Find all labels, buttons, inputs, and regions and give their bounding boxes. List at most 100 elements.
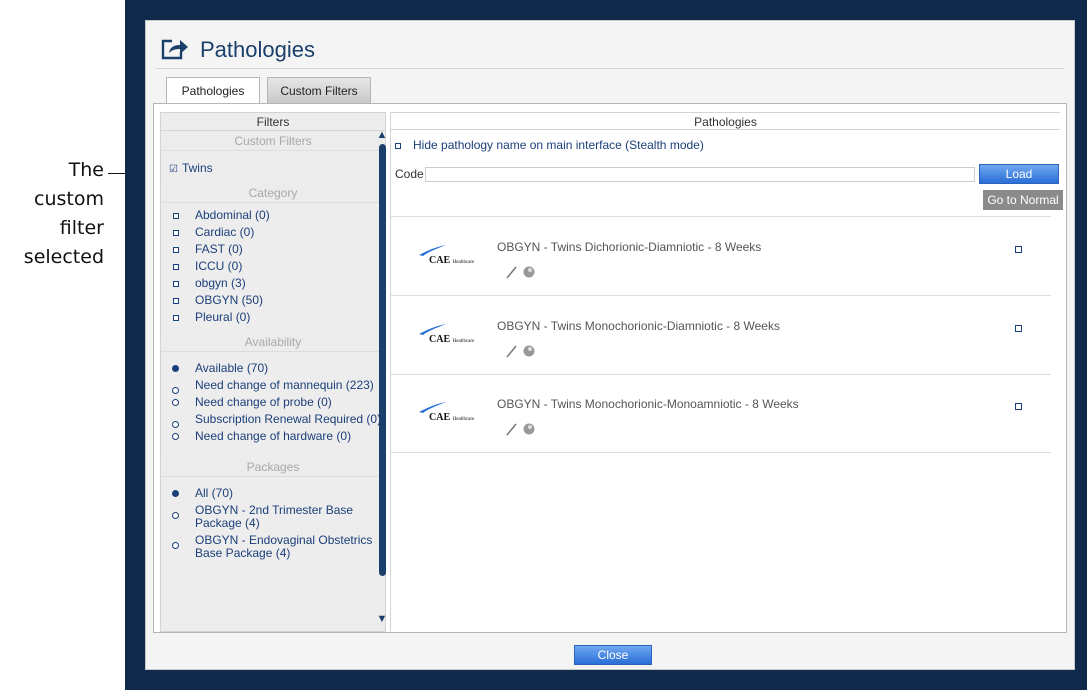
checkbox[interactable] [173, 247, 179, 253]
annotation-line-3: filter [59, 217, 104, 239]
pathology-name: OBGYN - Twins Dichorionic-Diamniotic - 8… [497, 240, 762, 254]
annotation-line-1: The [68, 159, 104, 181]
stealth-mode-option[interactable]: Hide pathology name on main interface (S… [395, 138, 704, 152]
pathologies-header: Pathologies [391, 112, 1060, 130]
divider [391, 216, 1051, 217]
category-option[interactable]: Abdominal (0) [169, 209, 385, 222]
pathologies-dialog: Pathologies Pathologies Custom Filters F… [145, 20, 1075, 670]
tab-content: Filters Custom Filters ☑ Twins Category A… [153, 103, 1067, 633]
category-heading: Category [161, 183, 385, 203]
filters-panel: Filters Custom Filters ☑ Twins Category A… [160, 112, 386, 632]
checkbox[interactable] [173, 281, 179, 287]
logo-text: CAE [429, 255, 451, 266]
category-label: obgyn (3) [195, 276, 246, 290]
open-arrow-icon [161, 39, 188, 60]
package-option[interactable]: OBGYN - 2nd Trimester Base Package (4) [169, 504, 385, 530]
pathology-row[interactable]: CAE Healthcare OBGYN - Twins Dichorionic… [391, 218, 1051, 296]
category-option[interactable]: Cardiac (0) [169, 226, 385, 239]
category-label: Abdominal (0) [195, 208, 270, 222]
dialog-header: Pathologies [156, 35, 1064, 69]
availability-option[interactable]: Subscription Renewal Required (0) [169, 413, 385, 428]
packages-heading: Packages [161, 457, 385, 477]
pathology-name: OBGYN - Twins Monochorionic-Diamniotic -… [497, 319, 780, 333]
category-option[interactable]: Pleural (0) [169, 311, 385, 324]
checkbox[interactable] [173, 213, 179, 219]
close-button[interactable]: Close [574, 645, 652, 665]
category-label: Cardiac (0) [195, 225, 255, 239]
scroll-up-icon[interactable]: ▲ [376, 130, 388, 141]
availability-label: Need change of hardware (0) [195, 429, 352, 443]
go-to-normal-button[interactable]: Go to Normal [983, 190, 1063, 210]
pathology-row[interactable]: CAE Healthcare OBGYN - Twins Monochorion… [391, 297, 1051, 375]
tab-custom-filters[interactable]: Custom Filters [267, 77, 371, 103]
scroll-thumb[interactable] [379, 144, 386, 576]
filters-scrollbar[interactable]: ▲ ▼ [376, 130, 388, 625]
probe-icon [506, 345, 535, 358]
pathologies-panel: Pathologies Hide pathology name on main … [390, 112, 1063, 632]
availability-label: Need change of probe (0) [195, 395, 332, 409]
logo-subtext: Healthcare [452, 339, 475, 344]
package-label: All (70) [195, 486, 234, 500]
category-label: Pleural (0) [195, 310, 251, 324]
pathology-checkbox[interactable] [1015, 403, 1022, 410]
scroll-down-icon[interactable]: ▼ [376, 614, 388, 625]
dialog-title: Pathologies [200, 37, 315, 62]
category-option[interactable]: obgyn (3) [169, 277, 385, 290]
checkbox[interactable] [173, 264, 179, 270]
radio[interactable] [172, 399, 179, 406]
availability-option[interactable]: Available (70) [169, 362, 385, 375]
code-label: Code [395, 167, 424, 181]
checkbox[interactable] [173, 315, 179, 321]
package-option[interactable]: All (70) [169, 487, 385, 500]
cae-healthcare-logo: CAE Healthcare [413, 323, 483, 347]
availability-label: Need change of mannequin (223) [195, 378, 374, 392]
checkbox[interactable] [173, 230, 179, 236]
pathology-checkbox[interactable] [1015, 325, 1022, 332]
radio[interactable] [172, 433, 179, 440]
checked-checkbox-icon[interactable]: ☑ [169, 164, 178, 175]
custom-filter-twins[interactable]: ☑ Twins [161, 151, 385, 183]
probe-icon [506, 266, 535, 279]
pathology-row[interactable]: CAE Healthcare OBGYN - Twins Monochorion… [391, 375, 1051, 453]
filters-header: Filters [161, 113, 385, 131]
category-label: ICCU (0) [195, 259, 243, 273]
radio[interactable] [172, 387, 179, 394]
custom-filter-label: Twins [181, 161, 213, 175]
custom-filters-heading: Custom Filters [161, 131, 385, 151]
logo-text: CAE [429, 334, 451, 345]
category-option[interactable]: OBGYN (50) [169, 294, 385, 307]
tab-pathologies[interactable]: Pathologies [166, 77, 260, 104]
availability-heading: Availability [161, 332, 385, 352]
radio-selected[interactable] [172, 490, 179, 497]
pathology-name: OBGYN - Twins Monochorionic-Monoamniotic… [497, 397, 799, 411]
checkbox[interactable] [395, 142, 401, 149]
logo-subtext: Healthcare [452, 260, 475, 265]
annotation-line-4: selected [23, 246, 104, 268]
cae-healthcare-logo: CAE Healthcare [413, 401, 483, 425]
availability-option[interactable]: Need change of mannequin (223) [169, 378, 385, 394]
category-option[interactable]: ICCU (0) [169, 260, 385, 273]
availability-label: Available (70) [195, 361, 269, 375]
package-label: OBGYN - 2nd Trimester Base Package (4) [195, 503, 354, 530]
stealth-label: Hide pathology name on main interface (S… [413, 138, 704, 152]
pathology-checkbox[interactable] [1015, 246, 1022, 253]
availability-option[interactable]: Need change of hardware (0) [169, 430, 385, 443]
radio[interactable] [172, 421, 179, 428]
annotation-line-2: custom [34, 188, 104, 210]
code-input[interactable] [425, 167, 975, 182]
cae-healthcare-logo: CAE Healthcare [413, 244, 483, 268]
category-label: OBGYN (50) [195, 293, 264, 307]
logo-subtext: Healthcare [452, 417, 475, 422]
package-option[interactable]: OBGYN - Endovaginal Obstetrics Base Pack… [169, 534, 385, 560]
availability-option[interactable]: Need change of probe (0) [169, 396, 385, 409]
radio[interactable] [172, 512, 179, 519]
category-label: FAST (0) [195, 242, 243, 256]
availability-list: Available (70) Need change of mannequin … [161, 352, 385, 451]
checkbox[interactable] [173, 298, 179, 304]
probe-icon [506, 423, 535, 436]
radio-selected[interactable] [172, 365, 179, 372]
load-button[interactable]: Load [979, 164, 1059, 184]
radio[interactable] [172, 542, 179, 549]
package-label: OBGYN - Endovaginal Obstetrics Base Pack… [195, 533, 373, 560]
category-option[interactable]: FAST (0) [169, 243, 385, 256]
